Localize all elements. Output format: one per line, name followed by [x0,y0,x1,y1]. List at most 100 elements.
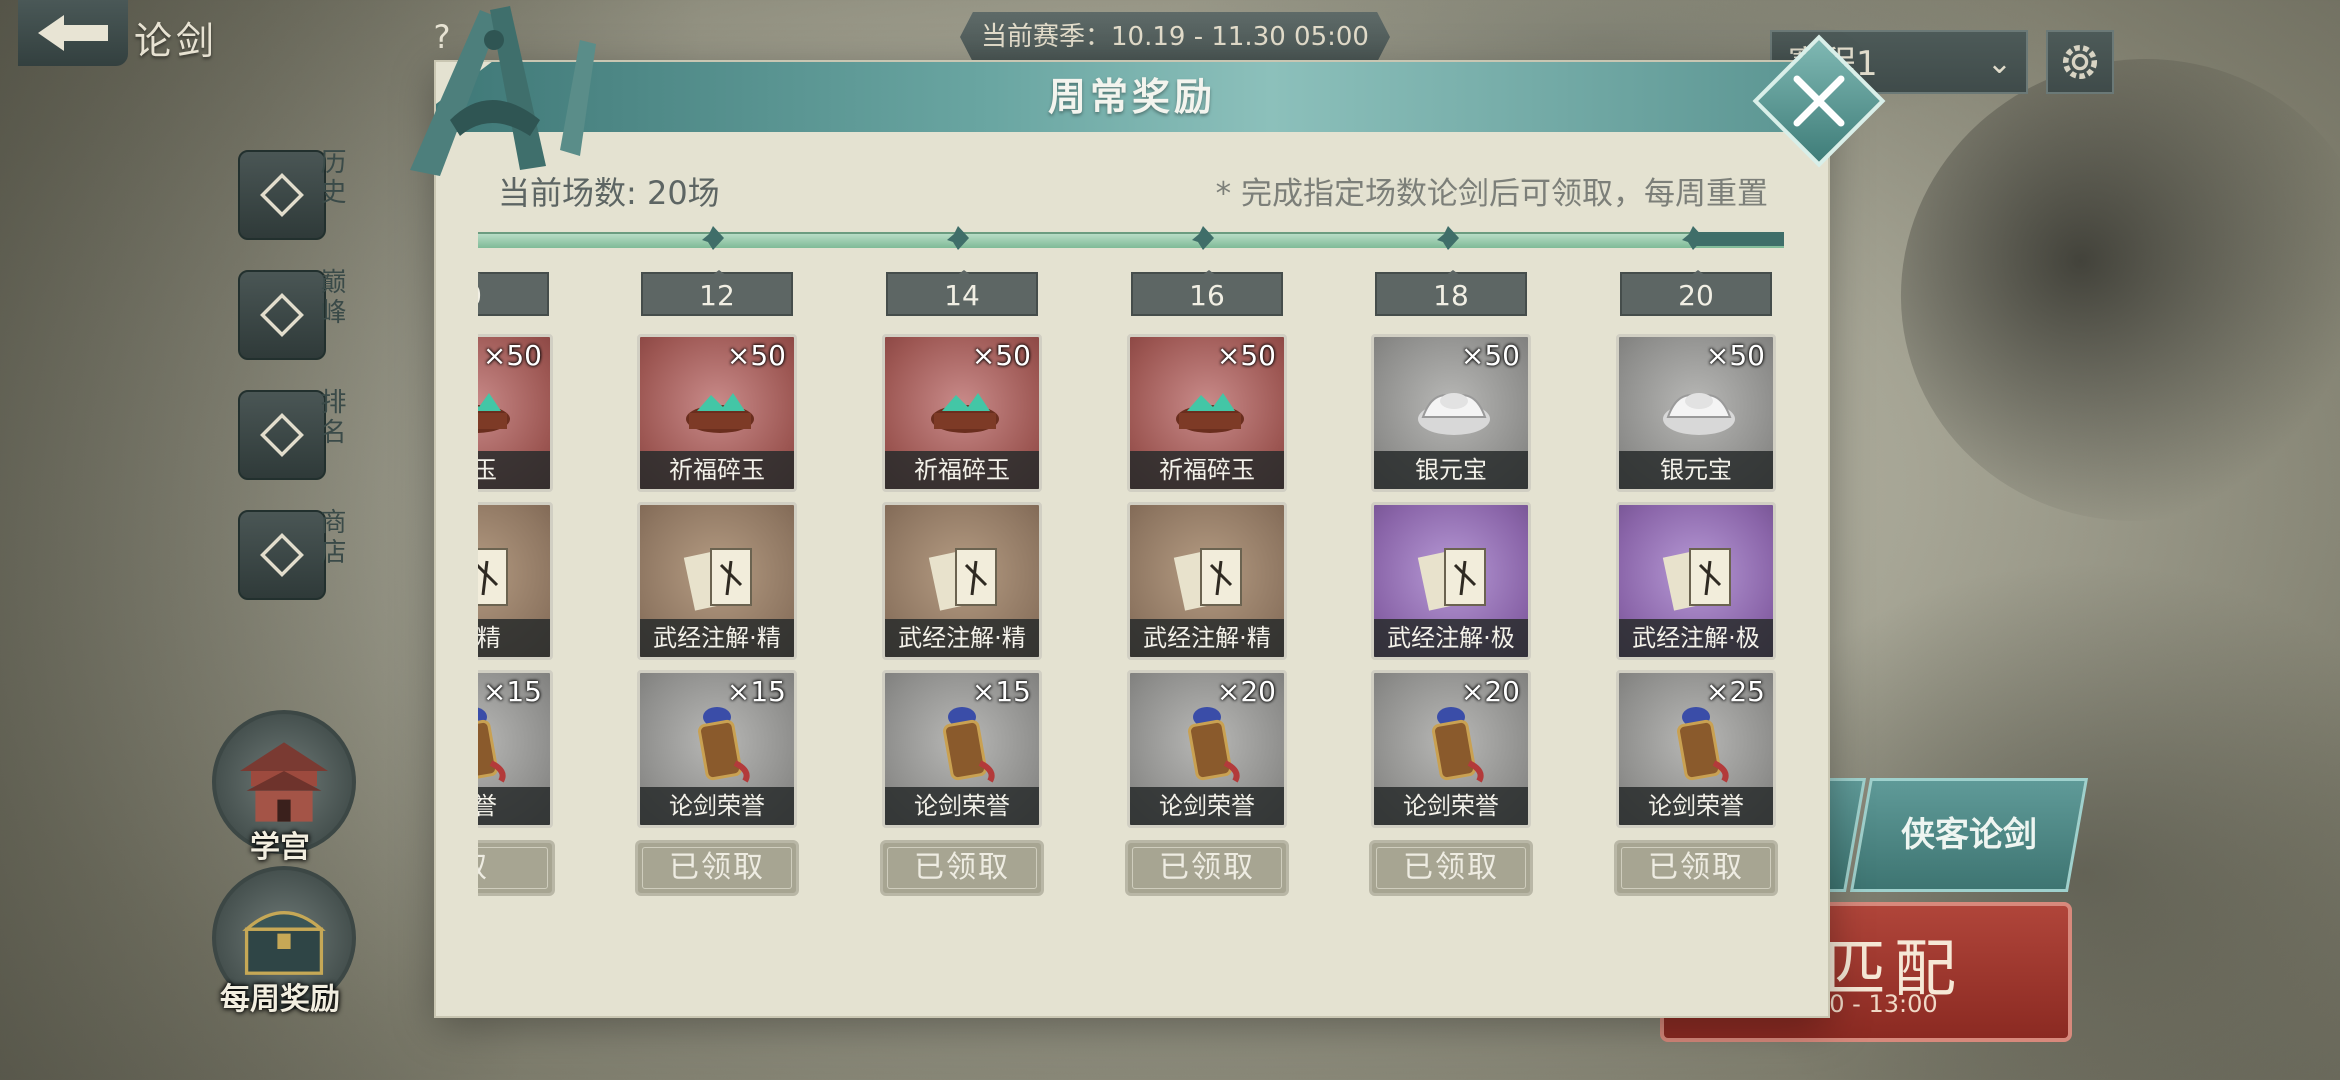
reward-name: 论剑荣誉 [1374,787,1528,825]
reward-name: 论剑荣誉 [1130,787,1284,825]
reward-item-card[interactable]: ×25 论剑荣誉 [1616,670,1776,828]
honor-token-icon [478,707,506,783]
ranking-plaque-icon [260,413,304,457]
scroll-manual-icon [1662,548,1731,611]
sidenav-label-3: 商店 [316,508,346,568]
honor-token-icon [1188,707,1240,783]
reward-quantity: ×15 [482,675,542,708]
reward-item-card[interactable]: ×50 祈福碎玉 [1127,334,1287,492]
claimed-button[interactable]: 已领取 [1125,840,1289,896]
scroll-manual-icon [928,548,997,611]
reward-name: 武经注解·精 [640,619,794,657]
milestone-badge: 14 [886,270,1038,316]
sidenav-button-1[interactable] [238,270,326,360]
sidenav-button-2[interactable] [238,390,326,480]
reward-column: 16 ×50 祈福碎玉武经注解·精 ×20 论剑荣誉已领取 [1125,262,1289,912]
progress-marker-icon [1192,226,1214,250]
scroll-manual-icon [478,548,508,611]
crossed-swords-decoration-icon [410,6,596,176]
reward-name: 银元宝 [1374,451,1528,489]
page-title: 论剑 [134,19,219,63]
progress-track [478,232,1784,248]
claimed-button[interactable]: 已领取 [880,840,1044,896]
reward-quantity: ×20 [1216,675,1276,708]
reward-item-card[interactable]: ×15 论剑荣誉 [637,670,797,828]
reward-name: 碎玉 [478,451,550,489]
reward-name: 荣誉 [478,787,550,825]
silver-ingot-icon [1663,393,1735,435]
silver-ingot-icon [1418,393,1490,435]
reward-name: 武经注解·极 [1619,619,1773,657]
reward-name: 祈福碎玉 [885,451,1039,489]
milestone-badge: 0 [478,270,549,316]
reward-name: 论剑荣誉 [1619,787,1773,825]
reward-item-card[interactable]: 武经注解·精 [882,502,1042,660]
reward-item-card[interactable]: ×20 论剑荣誉 [1371,670,1531,828]
reward-item-card[interactable]: 武经注解·精 [637,502,797,660]
reward-quantity: ×50 [1460,339,1520,372]
reward-name: 祈福碎玉 [640,451,794,489]
reward-name: 武经注解·精 [885,619,1039,657]
milestone-badge: 20 [1620,270,1772,316]
xiake-lunjian-button[interactable]: 侠客论剑 [1849,778,2089,892]
reward-quantity: ×50 [971,339,1031,372]
reward-item-card[interactable]: 武经注解·极 [1616,502,1776,660]
honor-token-icon [1432,707,1484,783]
reward-quantity: ×15 [971,675,1031,708]
reward-item-card[interactable]: ×50 银元宝 [1371,334,1531,492]
scroll-manual-icon [683,548,752,611]
reward-item-card[interactable]: ×50 祈福碎玉 [882,334,1042,492]
sidenav-label-2: 排名 [316,388,346,448]
reward-item-card[interactable]: 解·精 [478,502,553,660]
reward-name: 祈福碎玉 [1130,451,1284,489]
sidenav-button-0[interactable] [238,150,326,240]
progress-track-end [1694,232,1784,246]
progress-marker-icon [702,226,724,250]
banner-icon [260,293,304,337]
jade-shard-icon [931,393,999,433]
claimed-button[interactable]: 已领取 [635,840,799,896]
xiake-lunjian-label: 侠客论剑 [1901,815,2037,855]
academy-building-icon [240,742,328,822]
claimed-button[interactable]: 取 [478,840,555,896]
reward-columns: 0 ×50 碎玉解·精 ×15 荣誉取 12 ×50 祈福碎玉武经注解·精 ×15 论剑荣誉已领取… [478,262,1804,912]
reward-item-card[interactable]: 武经注解·精 [1127,502,1287,660]
claimed-button[interactable]: 已领取 [1614,840,1778,896]
reward-name: 武经注解·精 [1130,619,1284,657]
progress-marker-icon [1437,226,1459,250]
reward-item-card[interactable]: ×50 银元宝 [1616,334,1776,492]
back-button[interactable] [18,0,128,66]
sidenav-button-3[interactable] [238,510,326,600]
current-match-count: 当前场数: 20场 [498,174,720,212]
crossed-swords-icon [260,173,304,217]
reward-column: 12 ×50 祈福碎玉 武经注解·精 ×15 论剑荣誉 已领取 [635,262,799,912]
season-banner: 当前赛季：10.19 - 11.30 05:00 [960,12,1390,62]
reward-item-card[interactable]: 武经注解·极 [1371,502,1531,660]
match-time: 00 - 13:00 [1814,990,1938,1018]
reward-item-card[interactable]: ×50 碎玉 [478,334,553,492]
progress-marker-icon [947,226,969,250]
claimed-button[interactable]: 已领取 [1369,840,1533,896]
settings-button[interactable] [2046,30,2114,94]
reward-name: 论剑荣誉 [885,787,1039,825]
reward-item-card[interactable]: ×15 论剑荣誉 [882,670,1042,828]
scroll-manual-icon [1173,548,1242,611]
reward-item-card[interactable]: ×20 论剑荣誉 [1127,670,1287,828]
milestone-badge: 16 [1131,270,1283,316]
honor-token-icon [1677,707,1729,783]
weekly-reward-label: 每周奖励 [220,982,340,1017]
reward-quantity: ×15 [726,675,786,708]
modal-title: 周常奖励 [1047,75,1216,119]
reward-column: 20 ×50 银元宝武经注解·极 ×25 论剑荣誉已领取 [1614,262,1778,912]
reward-item-card[interactable]: ×15 荣誉 [478,670,553,828]
reward-item-card[interactable]: ×50 祈福碎玉 [637,334,797,492]
scroll-manual-icon [1417,548,1486,611]
reward-quantity: ×50 [1216,339,1276,372]
reward-quantity: ×50 [482,339,542,372]
jade-shard-icon [1176,393,1244,433]
jade-shard-icon [686,393,754,433]
reward-column: 18 ×50 银元宝 武经注解·极 ×20 论剑荣誉 已领取 [1369,262,1533,912]
close-button[interactable] [1752,34,1886,168]
reward-name: 论剑荣誉 [640,787,794,825]
close-icon [1793,75,1845,127]
